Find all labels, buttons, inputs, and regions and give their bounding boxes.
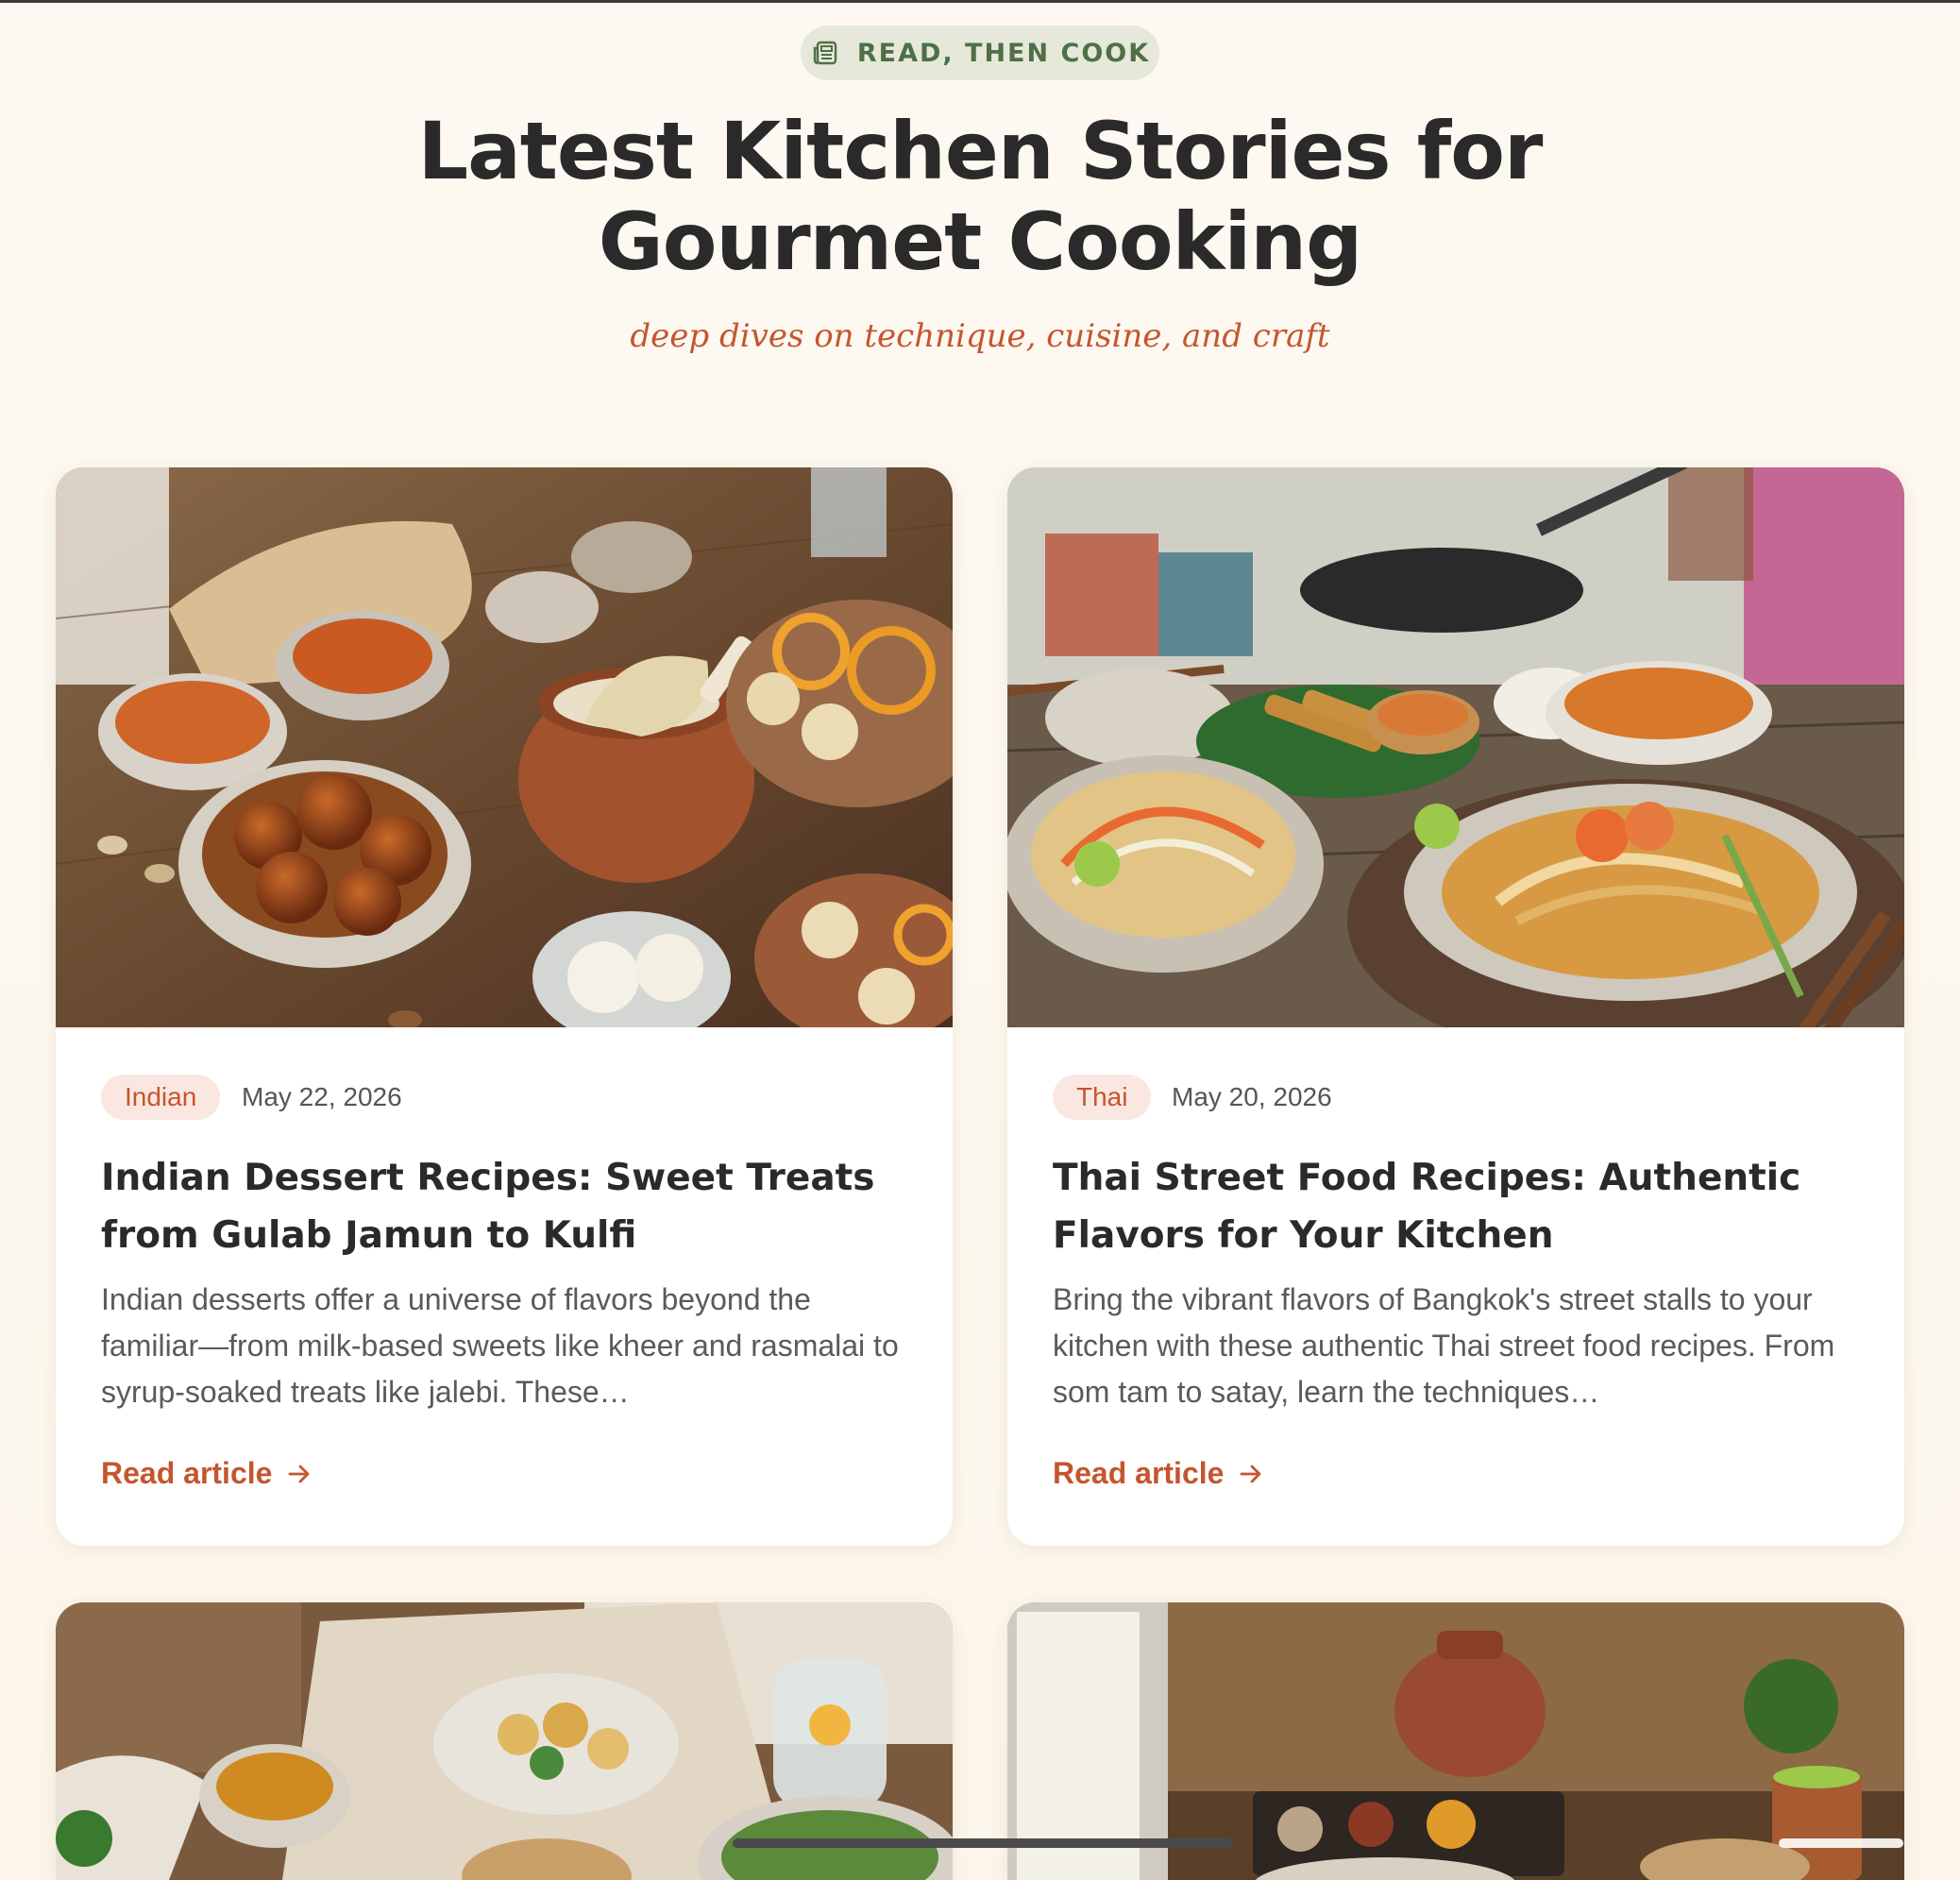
arrow-right-icon xyxy=(289,1465,310,1482)
category-tag[interactable]: Thai xyxy=(1053,1075,1152,1120)
eyebrow-label: READ, THEN COOK xyxy=(856,38,1151,68)
article-title[interactable]: Thai Street Food Recipes: Authentic Flav… xyxy=(1053,1149,1865,1264)
newspaper-icon xyxy=(813,41,837,65)
read-article-label: Read article xyxy=(1053,1456,1225,1490)
read-article-link[interactable]: Read article xyxy=(1053,1456,1265,1491)
eyebrow-pill: READ, THEN COOK xyxy=(801,25,1159,80)
article-card[interactable]: Indian May 22, 2026 Indian Dessert Recip… xyxy=(56,467,953,1546)
top-border xyxy=(0,0,1960,3)
read-article-label: Read article xyxy=(101,1456,273,1490)
article-image[interactable] xyxy=(56,467,953,1027)
page-subtitle: deep dives on technique, cuisine, and cr… xyxy=(630,317,1330,355)
article-excerpt: Bring the vibrant flavors of Bangkok's s… xyxy=(1053,1282,1835,1409)
arrow-right-icon xyxy=(1241,1465,1261,1482)
page-title: Latest Kitchen Stories for Gourmet Cooki… xyxy=(417,105,1544,288)
read-article-link[interactable]: Read article xyxy=(101,1456,313,1491)
article-image[interactable] xyxy=(1007,467,1904,1027)
scroll-indicator[interactable] xyxy=(733,1838,1233,1848)
article-title[interactable]: Indian Dessert Recipes: Sweet Treats fro… xyxy=(101,1149,913,1264)
scroll-indicator[interactable] xyxy=(1779,1838,1903,1848)
article-card[interactable]: Thai May 20, 2026 Thai Street Food Recip… xyxy=(1007,467,1904,1546)
publish-date: May 20, 2026 xyxy=(1172,1082,1332,1111)
article-excerpt: Indian desserts offer a universe of flav… xyxy=(101,1282,899,1409)
publish-date: May 22, 2026 xyxy=(242,1082,402,1111)
category-tag[interactable]: Indian xyxy=(101,1075,221,1120)
